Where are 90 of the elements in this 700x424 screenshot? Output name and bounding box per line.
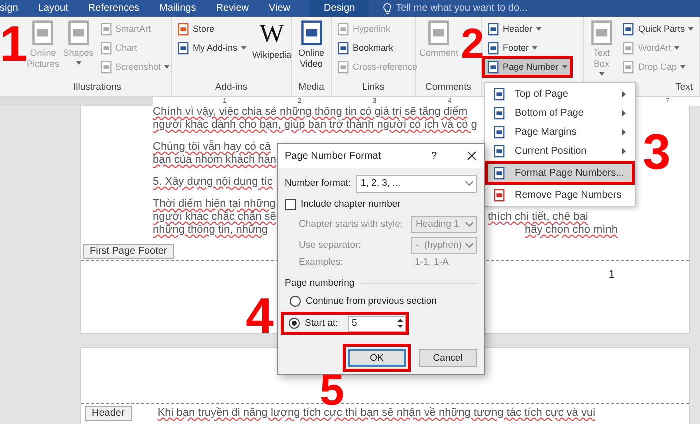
ribbon-button[interactable]: Online Video	[295, 20, 328, 82]
menu-item[interactable]: Bottom of Page	[488, 104, 632, 122]
page-icon	[493, 166, 506, 180]
body-text-line: 5. Xây dựng nội dung tíc	[153, 176, 273, 189]
group-label: Links	[361, 82, 386, 95]
ribbon-button[interactable]: Store	[175, 21, 217, 37]
step-number: 3	[643, 130, 671, 174]
submenu-arrow-icon	[622, 128, 626, 136]
body-text-line: Chính vì vậy, việc chia sẻ những thông tin có giá trị sẽ tăng điểm	[153, 106, 468, 119]
field-label: Number format:	[285, 178, 351, 189]
submenu-arrow-icon	[622, 148, 626, 154]
group-label: Text	[676, 82, 693, 95]
field-label: Chapter starts with style:	[299, 218, 404, 230]
group-label: Comments	[424, 82, 472, 95]
document-icon	[337, 22, 350, 36]
document-icon	[487, 60, 500, 74]
ribbon-tab[interactable]: Review	[216, 0, 250, 17]
ribbon-button[interactable]: Page Number	[485, 59, 570, 75]
ribbon-tab[interactable]: Layout	[38, 0, 68, 17]
step-number: 1	[0, 22, 28, 66]
body-text-line: Thời điểm hiện tại những	[153, 198, 276, 210]
dialog-title: Page Number Format	[285, 150, 382, 162]
ribbon-tab[interactable]: Design	[310, 0, 370, 17]
group-label: Illustrations	[72, 82, 123, 95]
document-icon	[100, 42, 112, 54]
ribbon-button[interactable]: My Add-ins	[175, 40, 249, 56]
body-text-line: người khác chắc chắn sẽ	[153, 211, 276, 224]
document-icon	[100, 60, 112, 74]
dialog-button[interactable]: OK	[348, 349, 406, 367]
menu-item[interactable]: Remove Page Numbers	[488, 186, 632, 204]
ribbon-tab[interactable]: sign	[0, 0, 18, 17]
body-text-line: Chúng tôi vẫn hay có câ	[153, 141, 272, 154]
radio-label: Continue from previous section	[306, 296, 437, 307]
body-text-line: Khi bạn truyền đi năng lượng tích cực thì bạn sẽ nhận về những tương tác tích cực và vui	[158, 407, 596, 420]
page-icon	[493, 88, 506, 100]
page-number: 1	[608, 269, 615, 281]
page-icon	[493, 106, 506, 120]
section-title: Page numbering	[285, 278, 355, 289]
step-number: 2	[461, 26, 484, 62]
document-icon	[622, 22, 636, 36]
document-icon	[622, 60, 636, 74]
document-icon	[100, 22, 112, 36]
document-icon	[487, 42, 500, 54]
radio-button[interactable]	[289, 318, 300, 329]
radio-label: Start at:	[305, 318, 340, 329]
submenu-arrow-icon	[622, 90, 626, 98]
field-label: Use separator:	[299, 240, 362, 250]
checkbox[interactable]	[285, 198, 296, 210]
submenu-arrow-icon	[622, 110, 626, 116]
body-text-line: bạn của nhóm khách hàn	[153, 154, 277, 167]
body-text-line: hãy chọn cho mình	[525, 224, 618, 237]
ribbon-button[interactable]: Header	[485, 21, 544, 37]
ribbon-button[interactable]: W Wikipedia	[252, 20, 292, 82]
close-icon[interactable]	[467, 151, 477, 161]
group-label: Media	[298, 82, 326, 95]
page-icon	[493, 126, 506, 138]
document-icon	[622, 42, 636, 54]
document-icon	[337, 42, 350, 54]
body-text-line: người khác dành cho bạn, giúp bạn trở thành người có ích và có g	[153, 119, 478, 132]
ribbon-tab[interactable]: References	[88, 0, 140, 17]
logo-letter: W	[260, 20, 284, 48]
step-number: 5	[320, 372, 344, 410]
examples-text: 1-1, 1-A	[415, 256, 449, 268]
checkbox-label: Include chapter number	[301, 198, 401, 210]
lightbulb-icon	[383, 2, 392, 14]
body-text-line: những thông tin, những	[153, 224, 268, 237]
document-icon	[487, 22, 500, 36]
menu-item[interactable]: Format Page Numbers...	[488, 164, 632, 182]
dialog-button[interactable]: Cancel	[419, 349, 477, 367]
menu-item[interactable]: Current Position	[488, 142, 632, 160]
ribbon-button[interactable]: Quick Parts	[620, 21, 696, 37]
group-label: Add-ins	[214, 82, 249, 95]
ribbon-tab[interactable]: Mailings	[160, 0, 196, 17]
document-icon	[177, 42, 190, 54]
radio-button[interactable]	[290, 296, 301, 307]
ribbon-tab[interactable]: View	[269, 0, 291, 17]
footer-tag: First Page Footer	[83, 244, 174, 259]
page-icon	[493, 144, 506, 158]
header-tag: Header	[85, 406, 132, 421]
menu-item[interactable]: Page Margins	[488, 123, 632, 141]
ribbon-button[interactable]: Footer	[485, 40, 540, 56]
step-number: 4	[246, 294, 274, 338]
field-label: Examples:	[299, 256, 344, 268]
help-button[interactable]: ?	[431, 150, 437, 162]
spinner-arrows-icon[interactable]	[396, 317, 405, 330]
document-icon	[337, 60, 350, 74]
start-at-field[interactable]: 5	[348, 316, 406, 332]
body-text-line: thích chi tiết, chê bai	[488, 211, 588, 224]
ribbon-button[interactable]: Bookmark	[335, 40, 396, 56]
number-format-select[interactable]: 1, 2, 3, ...	[356, 174, 477, 192]
